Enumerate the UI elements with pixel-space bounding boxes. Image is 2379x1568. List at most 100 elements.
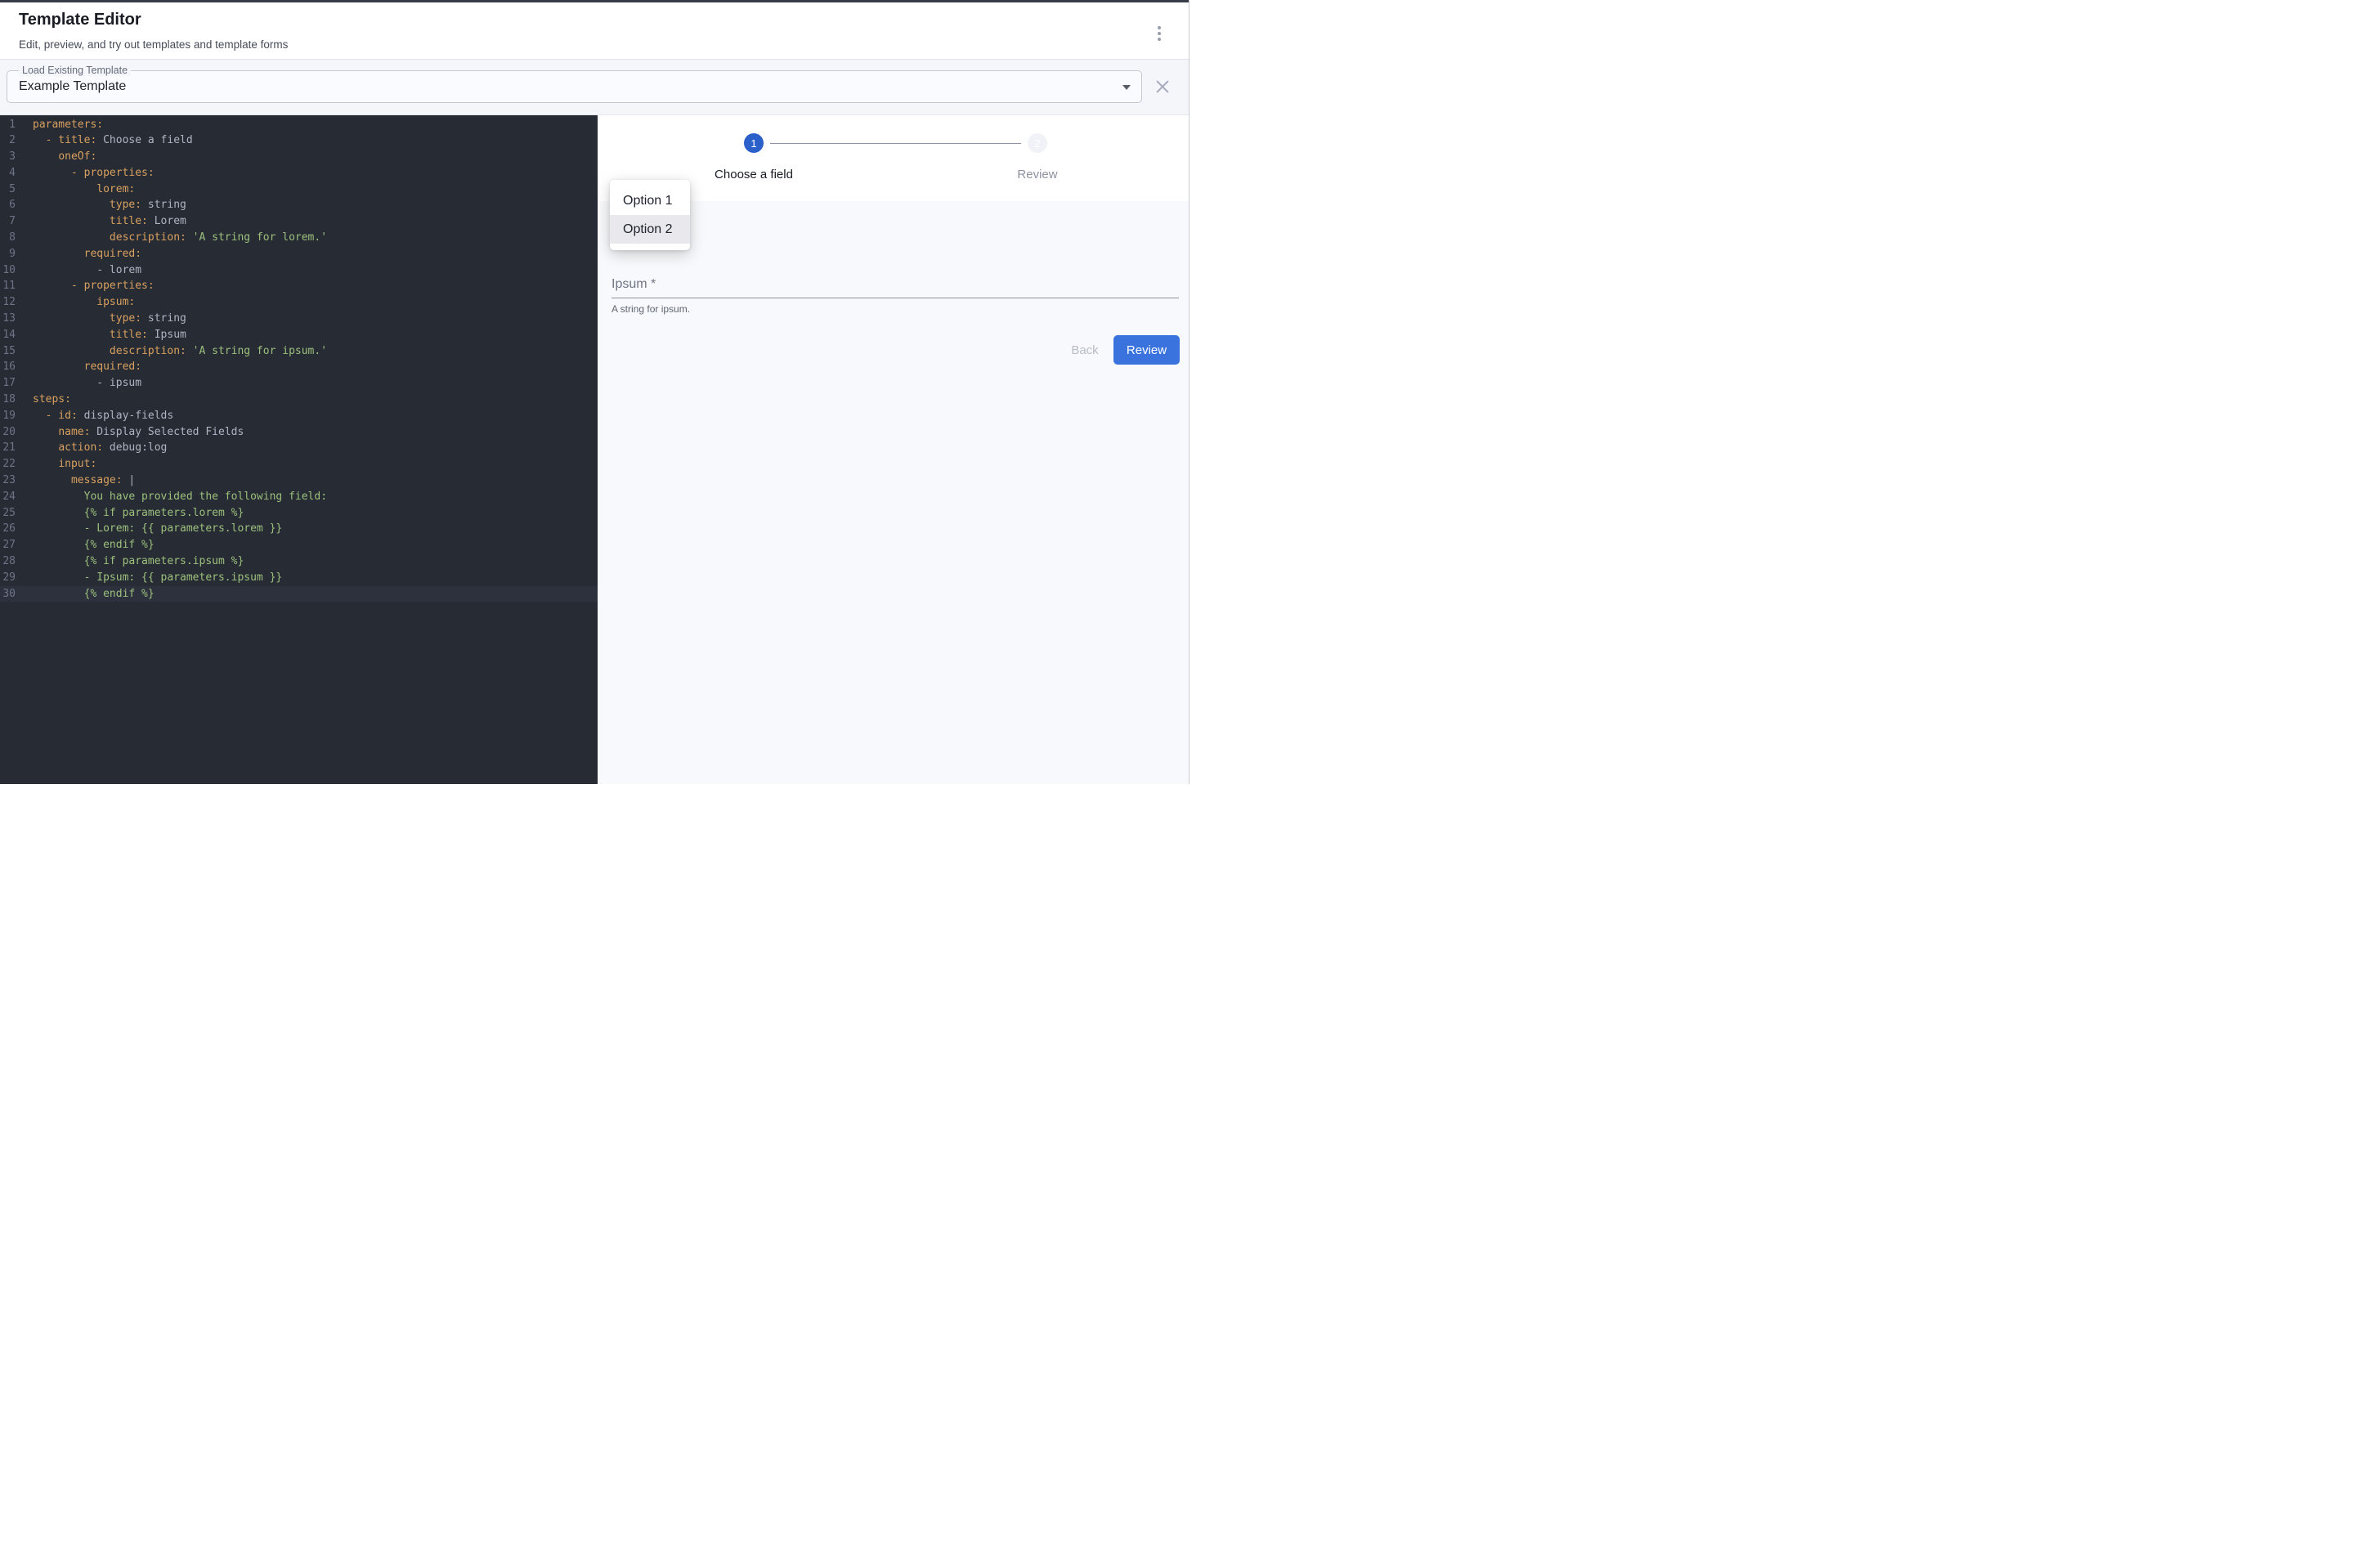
close-icon[interactable] [1155,79,1170,94]
step-1-label: Choose a field [672,168,836,181]
load-template-select[interactable]: Load Existing Template Example Template [7,70,1142,103]
line-code: required: [33,359,141,375]
editor-line: 28 {% if parameters.ipsum %} [0,553,598,570]
editor-line: 14 title: Ipsum [0,327,598,343]
page-header: Template Editor Edit, preview, and try o… [0,2,1189,60]
line-code: {% if parameters.ipsum %} [33,553,244,570]
line-code: name: Display Selected Fields [33,424,244,441]
editor-line: 10 - lorem [0,262,598,279]
line-number: 25 [0,505,16,522]
editor-line: 29 - Ipsum: {{ parameters.ipsum }} [0,570,598,586]
editor-line: 4 - properties: [0,165,598,181]
line-code: type: string [33,197,186,213]
line-code: description: 'A string for ipsum.' [33,343,327,360]
line-number: 4 [0,165,16,181]
editor-line: 18 steps: [0,392,598,408]
line-code: description: 'A string for lorem.' [33,230,327,246]
line-code: - lorem [33,262,141,279]
line-number: 13 [0,311,16,327]
line-number: 29 [0,570,16,586]
line-number: 3 [0,149,16,165]
line-number: 21 [0,440,16,456]
line-number: 19 [0,408,16,424]
select-options-menu: Option 1 Option 2 [610,180,690,250]
line-number: 2 [0,132,16,149]
line-number: 17 [0,375,16,392]
editor-line: 23 message: | [0,473,598,489]
line-code: - Lorem: {{ parameters.lorem }} [33,521,282,537]
editor-line: 8 description: 'A string for lorem.' [0,230,598,246]
editor-line: 13 type: string [0,311,598,327]
editor-line: 9 required: [0,246,598,262]
editor-line: 20 name: Display Selected Fields [0,424,598,441]
line-code: title: Lorem [33,213,186,230]
editor-line: 3 oneOf: [0,149,598,165]
line-code: - id: display-fields [33,408,173,424]
line-code: parameters: [33,117,103,133]
step-2-circle: 2 [1028,133,1047,153]
line-number: 15 [0,343,16,360]
editor-line: 26 - Lorem: {{ parameters.lorem }} [0,521,598,537]
template-loader-section: Load Existing Template Example Template [0,60,1189,115]
line-number: 11 [0,278,16,294]
ipsum-field-helper: A string for ipsum. [612,303,690,315]
step-2-label: Review [956,168,1119,181]
line-code: action: debug:log [33,440,167,456]
load-template-select-value: Example Template [19,71,126,102]
line-number: 5 [0,181,16,198]
editor-line: 25 {% if parameters.lorem %} [0,505,598,522]
line-number: 16 [0,359,16,375]
editor-line: 1 parameters: [0,117,598,133]
template-editor-page: Template Editor Edit, preview, and try o… [0,0,1190,784]
line-number: 23 [0,473,16,489]
editor-line: 11 - properties: [0,278,598,294]
line-code: - title: Choose a field [33,132,193,149]
line-number: 6 [0,197,16,213]
more-vert-icon[interactable] [1151,24,1167,43]
editor-line: 17 - ipsum [0,375,598,392]
line-code: - ipsum [33,375,141,392]
line-number: 9 [0,246,16,262]
back-button[interactable]: Back [1060,335,1110,365]
line-number: 18 [0,392,16,408]
ipsum-field-input[interactable] [612,283,1179,298]
menu-option-2[interactable]: Option 2 [610,215,690,244]
stepper-connector [770,143,1021,145]
editor-line: 12 ipsum: [0,294,598,311]
line-code: title: Ipsum [33,327,186,343]
line-code: {% endif %} [33,586,155,603]
line-number: 14 [0,327,16,343]
line-number: 30 [0,586,16,603]
caret-down-icon[interactable] [1122,85,1131,90]
page-subtitle: Edit, preview, and try out templates and… [19,38,288,51]
editor-line: 16 required: [0,359,598,375]
editor-line: 22 input: [0,456,598,473]
line-number: 28 [0,553,16,570]
line-code: - Ipsum: {{ parameters.ipsum }} [33,570,282,586]
editor-line: 30 {% endif %} [0,586,598,603]
line-number: 24 [0,489,16,505]
line-code: - properties: [33,278,155,294]
line-code: ipsum: [33,294,135,311]
editor-line: 24 You have provided the following field… [0,489,598,505]
line-code: You have provided the following field: [33,489,327,505]
review-button[interactable]: Review [1113,335,1180,365]
line-code: required: [33,246,141,262]
editor-line: 5 lorem: [0,181,598,198]
line-code: oneOf: [33,149,96,165]
editor-line: 15 description: 'A string for ipsum.' [0,343,598,360]
yaml-code-editor[interactable]: 1 parameters: 2 - title: Choose a field … [0,115,598,785]
editor-line: 21 action: debug:log [0,440,598,456]
line-number: 7 [0,213,16,230]
editor-line: 6 type: string [0,197,598,213]
line-code: - properties: [33,165,155,181]
line-number: 12 [0,294,16,311]
line-number: 22 [0,456,16,473]
editor-line: 19 - id: display-fields [0,408,598,424]
line-number: 1 [0,117,16,133]
line-number: 20 [0,424,16,441]
line-code: message: | [33,473,135,489]
line-code: lorem: [33,181,135,198]
menu-option-1[interactable]: Option 1 [610,186,690,215]
line-number: 26 [0,521,16,537]
